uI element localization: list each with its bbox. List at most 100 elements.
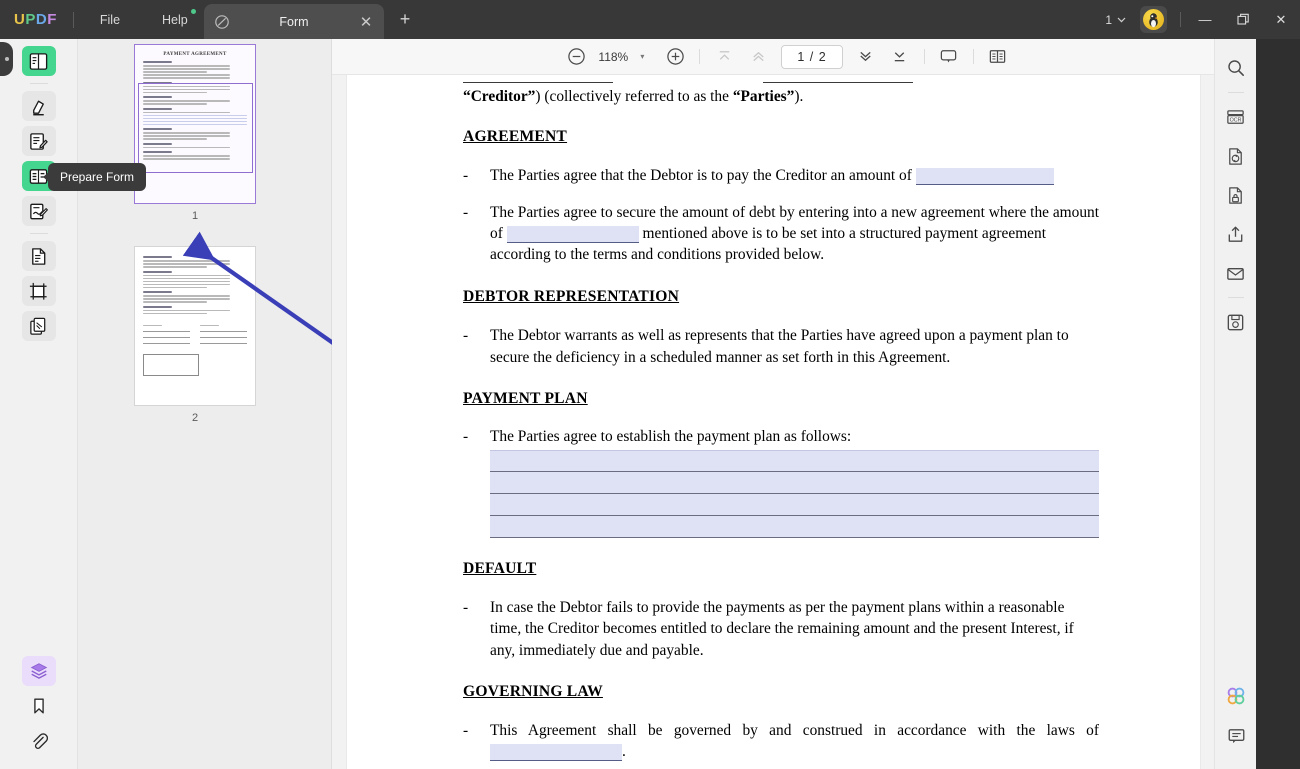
save-icon <box>1227 314 1244 330</box>
last-page-icon <box>894 52 905 62</box>
restore-icon <box>1236 13 1249 25</box>
payment-plan-fields <box>490 450 1099 538</box>
avatar-image <box>1143 9 1164 30</box>
sidebar-item-batch[interactable] <box>21 311 56 341</box>
maximize-button[interactable] <box>1224 0 1262 39</box>
document-toolbar: 118% ▾ 1 / 2 <box>332 39 1242 75</box>
sidebar-item-organize-pages[interactable] <box>21 241 56 271</box>
sign-icon <box>30 203 48 219</box>
last-page-button[interactable] <box>883 43 917 71</box>
attachment-icon <box>33 733 49 749</box>
ai-assistant-button[interactable] <box>1221 681 1251 711</box>
agreement-item-1-text: The Parties agree that the Debtor is to … <box>490 167 916 185</box>
signature-row <box>143 323 247 346</box>
ocr-button[interactable]: OCR <box>1221 102 1251 132</box>
email-button[interactable] <box>1221 258 1251 288</box>
zoom-out-button[interactable] <box>559 43 593 71</box>
search-icon <box>1227 60 1244 77</box>
title-bar: U P D F File Help Form ✕ + 1 — ✕ <box>0 0 1300 39</box>
window-count-dropdown[interactable]: 1 <box>1099 9 1132 31</box>
presentation-mode-button[interactable] <box>932 43 966 71</box>
document-tab[interactable]: Form ✕ <box>204 4 384 39</box>
previous-page-button[interactable] <box>741 43 775 71</box>
page-indicator[interactable]: 1 / 2 <box>781 44 843 69</box>
window-right-edge <box>1256 39 1300 769</box>
presentation-icon <box>940 50 957 63</box>
updf-window: U P D F File Help Form ✕ + 1 — ✕ PAYMENT… <box>0 0 1300 769</box>
menu-file[interactable]: File <box>90 8 130 32</box>
sidebar-item-crop[interactable] <box>21 276 56 306</box>
svg-text:OCR: OCR <box>1230 117 1242 123</box>
ocr-icon: OCR <box>1227 109 1244 124</box>
sidebar-item-reader[interactable] <box>21 46 56 76</box>
bullet-dash: - <box>463 599 469 616</box>
zoom-dropdown-caret[interactable]: ▾ <box>640 52 644 61</box>
save-button[interactable] <box>1221 307 1251 337</box>
governing-law-item-1: This Agreement shall be governed by and … <box>490 720 1099 763</box>
default-item-1: In case the Debtor fails to provide the … <box>490 599 1074 659</box>
sidebar-item-bookmark[interactable] <box>22 691 56 721</box>
menu-help[interactable]: Help <box>152 8 198 32</box>
tooltip-text: Prepare Form <box>60 170 135 184</box>
form-field-amount-1[interactable] <box>915 168 1054 186</box>
form-field-plan-row-3[interactable] <box>490 494 1099 516</box>
debtor-representation-item-1: The Debtor warrants as well as represent… <box>490 327 1069 366</box>
search-button[interactable] <box>1221 53 1251 83</box>
email-icon <box>1227 267 1244 280</box>
panel-collapse-handle[interactable] <box>0 42 13 76</box>
convert-button[interactable] <box>1221 141 1251 171</box>
titlebar-right-controls: 1 — ✕ <box>1099 0 1300 39</box>
new-tab-button[interactable]: + <box>396 10 414 28</box>
form-field-amount-2[interactable] <box>506 225 639 243</box>
rail-separator-2 <box>29 233 48 234</box>
protect-lock-icon <box>1229 186 1242 204</box>
page-layout-button[interactable] <box>981 43 1015 71</box>
form-field-governing-law[interactable] <box>490 743 622 761</box>
minimize-button[interactable]: — <box>1186 0 1224 39</box>
sidebar-item-edit-pdf[interactable] <box>21 126 56 156</box>
first-page-button[interactable] <box>707 43 741 71</box>
close-button[interactable]: ✕ <box>1262 0 1300 39</box>
protect-button[interactable] <box>1221 180 1251 210</box>
sidebar-item-comment[interactable] <box>21 91 56 121</box>
chevron-down-icon <box>1117 17 1126 22</box>
thumbnail-page-1[interactable]: PAYMENT AGREEMENT <box>134 44 256 204</box>
thumbnail-item-1[interactable]: PAYMENT AGREEMENT 1 <box>134 44 256 222</box>
right-rail-separator-1 <box>1227 92 1244 93</box>
layers-icon <box>30 663 48 679</box>
zoom-level-value[interactable]: 118% <box>593 50 633 64</box>
edit-pdf-icon <box>30 132 48 150</box>
heading-default: DEFAULT <box>463 560 537 577</box>
titlebar-divider <box>72 11 74 28</box>
thumbnail-item-2[interactable]: 2 <box>134 246 256 424</box>
comment-panel-button[interactable] <box>1221 720 1251 750</box>
next-page-button[interactable] <box>849 43 883 71</box>
sidebar-item-attachment[interactable] <box>22 726 56 756</box>
user-avatar[interactable] <box>1140 6 1167 33</box>
heading-payment-plan: PAYMENT PLAN <box>463 389 588 407</box>
left-rail-bottom <box>0 651 78 761</box>
organize-pages-icon <box>32 247 46 265</box>
first-page-icon <box>719 51 730 60</box>
agreement-item-1: The Parties agree that the Debtor is to … <box>490 165 1099 186</box>
agreement-item-2: The Parties agree to secure the amount o… <box>490 202 1099 266</box>
sidebar-item-layers[interactable] <box>22 656 56 686</box>
thumbnail-page-2[interactable] <box>134 246 256 406</box>
bullet-dash: - <box>463 427 469 445</box>
form-field-plan-row-2[interactable] <box>490 472 1099 494</box>
share-button[interactable] <box>1221 219 1251 249</box>
ai-assistant-icon <box>1227 687 1245 705</box>
tab-close-icon[interactable]: ✕ <box>358 13 374 31</box>
form-field-plan-row-1[interactable] <box>490 450 1099 472</box>
right-rail-bottom <box>1215 672 1257 759</box>
form-field-plan-row-4[interactable] <box>490 516 1099 538</box>
thumbnail-number-1: 1 <box>191 210 199 222</box>
sidebar-item-sign[interactable] <box>21 196 56 226</box>
left-tool-rail <box>0 39 78 769</box>
zoom-in-button[interactable] <box>658 43 692 71</box>
zoom-out-icon <box>568 48 585 65</box>
reader-icon <box>29 52 48 70</box>
intro-paragraph: “Creditor”) (collectively referred to as… <box>463 88 804 105</box>
document-scroll-area[interactable]: “Creditor”) (collectively referred to as… <box>332 75 1242 769</box>
logo-letter-d: D <box>35 11 48 28</box>
